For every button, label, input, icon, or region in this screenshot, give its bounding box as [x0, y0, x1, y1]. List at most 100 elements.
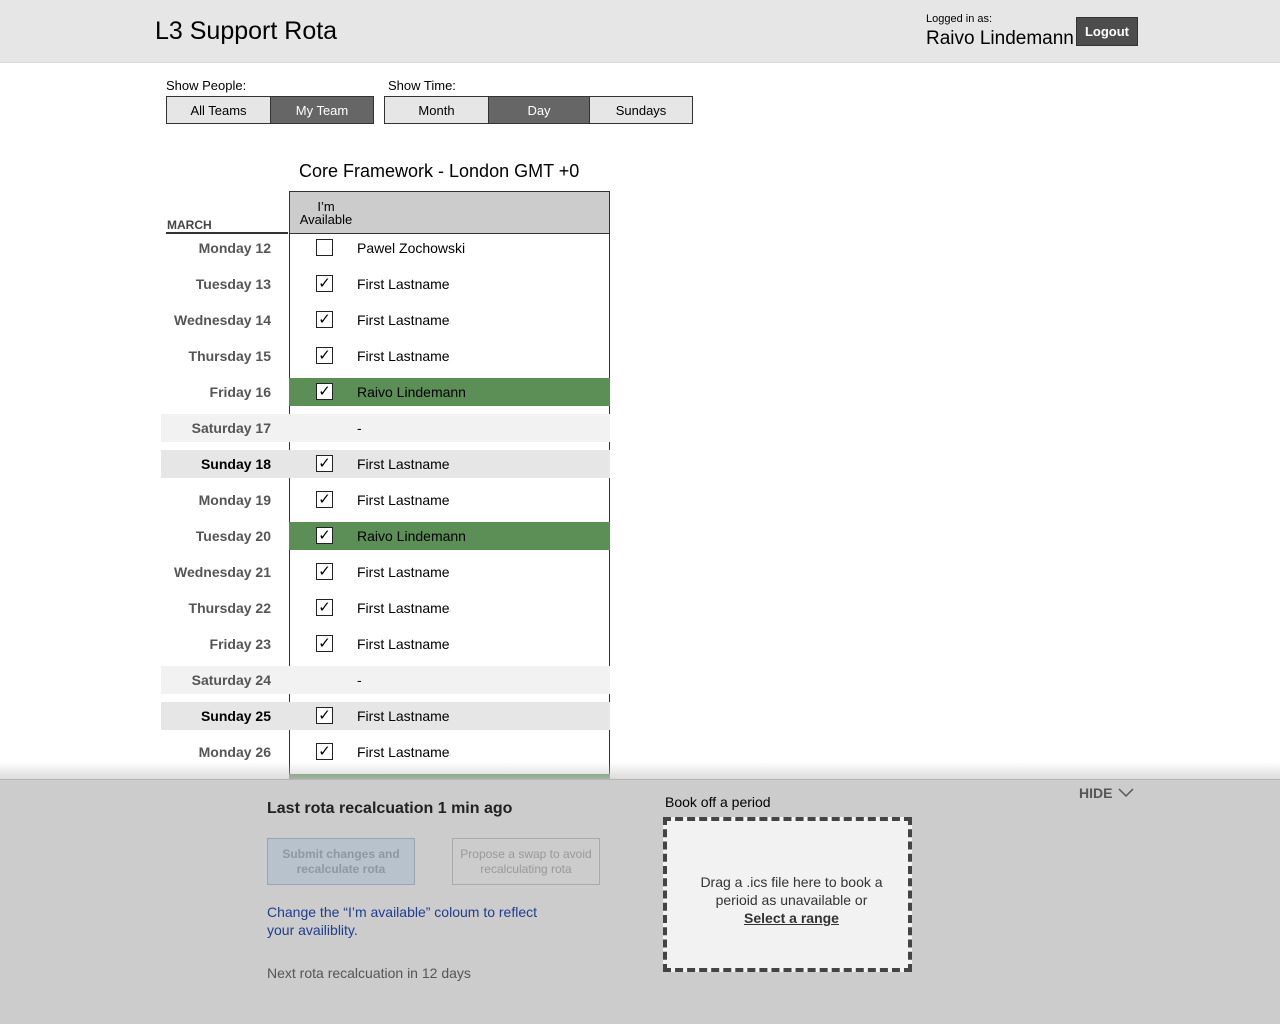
team-title: Core Framework - London GMT +0 — [299, 161, 580, 181]
rota-row: Monday 19 ✓ First Lastname — [161, 486, 610, 514]
available-checkbox[interactable]: ✓ — [316, 599, 333, 616]
rota-cell: - — [289, 414, 610, 442]
rota-person-name: Pawel Zochowski — [357, 240, 466, 256]
rota-cell: ✓ First Lastname — [289, 630, 610, 658]
available-checkbox[interactable]: ✓ — [316, 383, 333, 400]
rota-row: Saturday 24 - — [161, 666, 610, 694]
time-option-day[interactable]: Day — [489, 97, 590, 123]
rota-row: Monday 12 Pawel Zochowski — [161, 234, 610, 262]
rota-person-name: First Lastname — [357, 276, 450, 292]
people-toggle: All Teams My Team — [166, 96, 374, 124]
time-toggle: Month Day Sundays — [384, 96, 693, 124]
book-off-title: Book off a period — [665, 794, 771, 810]
logged-in-label: Logged in as: — [926, 13, 993, 25]
available-checkbox[interactable]: ✓ — [316, 527, 333, 544]
rota-row: Saturday 17 - — [161, 414, 610, 442]
rota-day-label: Sunday 18 — [200, 456, 271, 472]
logout-button[interactable]: Logout — [1076, 17, 1138, 46]
rota-cell: ✓ First Lastname — [289, 342, 610, 370]
action-panel: Last rota recalcuation 1 min ago Submit … — [0, 779, 1280, 1024]
availability-hint: Change the “I’m available” coloum to ref… — [267, 904, 538, 938]
rota-row: Wednesday 21 ✓ First Lastname — [161, 558, 610, 586]
propose-swap-button[interactable]: Propose a swap to avoid recalculating ro… — [452, 838, 600, 885]
rota-row: Friday 23 ✓ First Lastname — [161, 630, 610, 658]
rota-person-name: First Lastname — [357, 492, 450, 508]
rota-day-label: Tuesday 13 — [195, 276, 271, 292]
rota-day-label: Monday 19 — [198, 492, 271, 508]
select-range-link[interactable]: Select a range — [744, 910, 839, 926]
rota-row: Thursday 22 ✓ First Lastname — [161, 594, 610, 622]
rota-person-name: First Lastname — [357, 564, 450, 580]
available-checkbox[interactable]: ✓ — [316, 743, 333, 760]
rota-cell: ✓ First Lastname — [289, 486, 610, 514]
available-checkbox[interactable]: ✓ — [316, 491, 333, 508]
time-option-sundays[interactable]: Sundays — [590, 97, 692, 123]
rota-person-name: First Lastname — [357, 312, 450, 328]
rota-cell: ✓ First Lastname — [289, 450, 610, 478]
rota-person-name: First Lastname — [357, 456, 450, 472]
rota-person-name: Raivo Lindemann — [357, 384, 466, 400]
next-recalc-text: Next rota recalcuation in 12 days — [267, 965, 471, 981]
rota-day-label: Thursday 15 — [188, 348, 271, 364]
available-checkbox[interactable]: ✓ — [316, 707, 333, 724]
rota-cell: ✓ First Lastname — [289, 594, 610, 622]
available-checkbox[interactable] — [316, 239, 333, 256]
rota-person-name: - — [357, 420, 362, 436]
rota-day-label: Wednesday 21 — [173, 564, 271, 580]
rota-cell: ✓ Raivo Lindemann — [289, 522, 610, 550]
available-checkbox[interactable]: ✓ — [316, 311, 333, 328]
app-title: L3 Support Rota — [155, 17, 338, 45]
rota-person-name: First Lastname — [357, 348, 450, 364]
rota-day-label: Thursday 22 — [188, 600, 271, 616]
rota-person-name: First Lastname — [357, 636, 450, 652]
rota-person-name: First Lastname — [357, 600, 450, 616]
rota-row: Wednesday 14 ✓ First Lastname — [161, 306, 610, 334]
month-label: MARCH — [167, 218, 212, 232]
rota-cell: ✓ First Lastname — [289, 270, 610, 298]
submit-recalculate-button[interactable]: Submit changes and recalculate rota — [267, 838, 415, 885]
hide-panel-button[interactable]: HIDE — [1079, 785, 1134, 801]
drop-zone-instructions: Drag a .ics file here to book a perioid … — [700, 874, 883, 908]
available-checkbox[interactable]: ✓ — [316, 563, 333, 580]
rota-person-name: Raivo Lindemann — [357, 528, 466, 544]
last-recalc-title: Last rota recalcuation 1 min ago — [267, 800, 513, 817]
show-time-label: Show Time: — [388, 78, 456, 93]
rota-row: Sunday 18 ✓ First Lastname — [161, 450, 610, 478]
rota-day-label: Wednesday 14 — [173, 312, 271, 328]
rota-cell: ✓ First Lastname — [289, 306, 610, 334]
rota-row: Tuesday 13 ✓ First Lastname — [161, 270, 610, 298]
available-checkbox[interactable]: ✓ — [316, 275, 333, 292]
rota-row: Sunday 25 ✓ First Lastname — [161, 702, 610, 730]
logged-in-user: Raivo Lindemann — [926, 28, 1074, 49]
available-checkbox[interactable]: ✓ — [316, 347, 333, 364]
rota-day-label: Saturday 17 — [191, 420, 271, 436]
available-checkbox[interactable]: ✓ — [316, 635, 333, 652]
rota-cell: ✓ First Lastname — [289, 702, 610, 730]
panel-shadow — [0, 762, 1280, 780]
time-option-month[interactable]: Month — [385, 97, 489, 123]
rota-row: Tuesday 20 ✓ Raivo Lindemann — [161, 522, 610, 550]
rota-cell: Pawel Zochowski — [289, 234, 610, 262]
rota-row: Friday 16 ✓ Raivo Lindemann — [161, 378, 610, 406]
rota-day-label: Friday 23 — [209, 636, 271, 652]
available-column-header: I’m Available — [299, 199, 353, 227]
rota-row: Thursday 15 ✓ First Lastname — [161, 342, 610, 370]
app-header: L3 Support Rota Logged in as: Raivo Lind… — [0, 0, 1280, 63]
rota-cell: ✓ First Lastname — [289, 558, 610, 586]
people-option-all-teams[interactable]: All Teams — [167, 97, 271, 123]
rota-cell: - — [289, 666, 610, 694]
rota-day-label: Monday 12 — [198, 240, 271, 256]
drop-zone-text: Drag a .ics file here to book a perioid … — [687, 873, 896, 927]
rota-table-header: I’m Available — [289, 191, 610, 234]
rota-day-label: Tuesday 20 — [195, 528, 271, 544]
hide-label: HIDE — [1079, 785, 1113, 801]
people-option-my-team[interactable]: My Team — [271, 97, 373, 123]
available-checkbox[interactable]: ✓ — [316, 455, 333, 472]
show-people-label: Show People: — [166, 78, 247, 93]
rota-person-name: - — [357, 672, 362, 688]
rota-day-label: Saturday 24 — [191, 672, 271, 688]
rota-day-label: Friday 16 — [209, 384, 271, 400]
ics-drop-zone[interactable]: Drag a .ics file here to book a perioid … — [663, 817, 912, 972]
rota-day-label: Sunday 25 — [200, 708, 271, 724]
chevron-down-icon — [1118, 788, 1134, 798]
